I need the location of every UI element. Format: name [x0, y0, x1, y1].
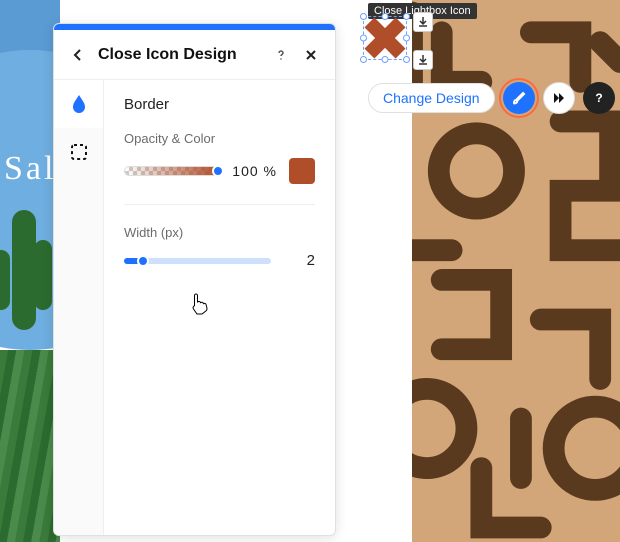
change-design-button[interactable]: Change Design: [368, 83, 495, 113]
droplet-icon: [70, 94, 88, 114]
close-icon: [304, 48, 318, 62]
opacity-value: 100 %: [232, 163, 277, 179]
resize-handle[interactable]: [382, 56, 389, 63]
design-tool-button[interactable]: [503, 82, 535, 114]
section-title: Border: [124, 96, 315, 113]
width-value: 2: [285, 252, 315, 269]
dashed-square-icon: [70, 143, 88, 161]
width-label: Width (px): [124, 225, 315, 240]
design-panel: Close Icon Design Border Opacity & Color…: [53, 23, 336, 536]
panel-header: Close Icon Design: [54, 30, 335, 80]
tab-fill[interactable]: [54, 80, 103, 128]
opacity-label: Opacity & Color: [124, 131, 315, 146]
color-swatch[interactable]: [289, 158, 315, 184]
close-button[interactable]: [301, 45, 321, 65]
animation-icon: [550, 91, 568, 105]
slider-thumb[interactable]: [212, 165, 224, 177]
chevron-left-icon: [71, 48, 85, 62]
tab-shape[interactable]: [54, 128, 103, 176]
fabric-image: [0, 350, 60, 542]
opacity-slider[interactable]: [124, 166, 220, 176]
width-slider[interactable]: [124, 258, 271, 264]
slider-thumb[interactable]: [137, 255, 149, 267]
back-button[interactable]: [68, 45, 88, 65]
side-tabs: [54, 80, 104, 535]
selection-box: [363, 16, 407, 60]
resize-handle[interactable]: [403, 13, 410, 20]
help-button-panel[interactable]: [271, 45, 291, 65]
resize-handle[interactable]: [403, 56, 410, 63]
resize-handle[interactable]: [360, 13, 367, 20]
floating-toolbar: Change Design ?: [368, 82, 615, 114]
selected-close-icon[interactable]: [363, 16, 407, 60]
canvas-left-bg: Sal: [0, 0, 60, 542]
download-icon-button-2[interactable]: [413, 50, 433, 70]
brush-icon: [511, 90, 527, 106]
resize-handle[interactable]: [403, 35, 410, 42]
panel-title: Close Icon Design: [98, 46, 261, 64]
question-icon: [274, 48, 288, 62]
help-button[interactable]: ?: [583, 82, 615, 114]
svg-text:?: ?: [595, 91, 602, 105]
animation-button[interactable]: [543, 82, 575, 114]
resize-handle[interactable]: [360, 35, 367, 42]
download-icon-button[interactable]: [413, 12, 433, 32]
divider: [124, 204, 315, 205]
sale-text: Sal: [4, 150, 56, 188]
resize-handle[interactable]: [360, 56, 367, 63]
resize-handle[interactable]: [382, 13, 389, 20]
panel-content: Border Opacity & Color 100 % Width (px) …: [104, 80, 335, 535]
cactus-image: [0, 210, 60, 340]
question-icon: ?: [594, 91, 604, 105]
